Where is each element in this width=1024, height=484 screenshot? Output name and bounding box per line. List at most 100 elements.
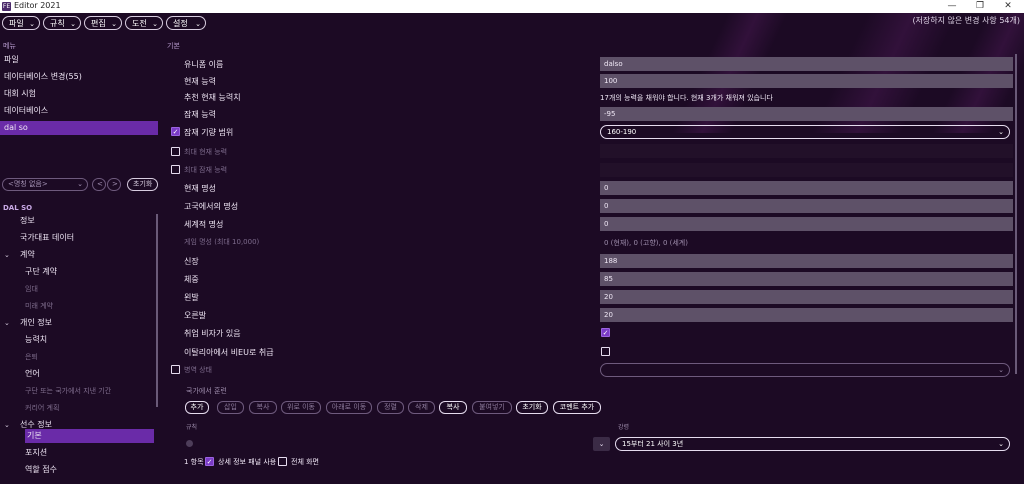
nav-scrollbar[interactable] (156, 214, 158, 407)
nav-position[interactable]: 포지션 (25, 446, 47, 460)
potential-input[interactable]: -95 (600, 107, 1013, 121)
left-foot-input[interactable]: 20 (600, 290, 1013, 304)
menu-edit[interactable]: 편집 ⌄ (84, 16, 122, 30)
nav-info[interactable]: 정보 (20, 214, 35, 228)
fullscreen-checkbox[interactable] (278, 457, 287, 466)
filter-select[interactable]: <명칭 없음> ⌄ (2, 178, 88, 191)
period-select[interactable]: 15부터 21 사이 3년 ⌄ (615, 437, 1010, 451)
add-button[interactable]: 추가 (185, 401, 209, 414)
current-ability-input[interactable]: 100 (600, 74, 1013, 88)
delete-button[interactable]: 삭제 (408, 401, 435, 414)
reset-list-button[interactable]: 초기화 (516, 401, 548, 414)
chevron-down-icon: ⌄ (111, 20, 117, 28)
rule-label: 규칙 (186, 424, 198, 431)
label-left-foot: 왼발 (184, 293, 199, 302)
recommended-ca-text: 17개의 능력을 채워야 합니다. 현재 3개가 채워져 있습니다 (600, 94, 773, 102)
max-current-checkbox[interactable] (171, 147, 180, 156)
work-permit-checkbox[interactable]: ✓ (601, 328, 610, 337)
section-title: 기본 (167, 42, 180, 50)
label-recommended-ca: 추천 현재 능력치 (184, 93, 241, 102)
max-potential-input[interactable] (600, 163, 1013, 177)
menu-item-player[interactable]: dal so (0, 121, 158, 135)
nav-nation-period[interactable]: 구단 또는 국가에서 지낸 기간 (25, 384, 111, 398)
chevron-down-icon: ⌄ (152, 20, 158, 28)
nav-language[interactable]: 언어 (25, 367, 40, 381)
nav-contract[interactable]: ⌄ 계약 (4, 248, 35, 262)
close-button[interactable]: ✕ (994, 0, 1022, 13)
menu-header: 메뉴 (3, 42, 16, 50)
menu-item-file[interactable]: 파일 (0, 53, 158, 67)
uniform-name-input[interactable]: dalso (600, 57, 1013, 71)
menu-bar: 파일 ⌄ 규칙 ⌄ 편집 ⌄ 도전 ⌄ 설정 ⌄ (0, 13, 1024, 34)
copy-button[interactable]: 복사 (439, 401, 467, 414)
move-down-button[interactable]: 아래로 이동 (326, 401, 372, 414)
radio-icon[interactable] (186, 440, 193, 447)
label-game-rep: 게임 명성 (최대 10,000) (184, 238, 260, 246)
chevron-down-icon: ⌄ (4, 251, 10, 259)
home-rep-input[interactable]: 0 (600, 199, 1013, 213)
chevron-down-icon: ⌄ (998, 366, 1004, 374)
nav-career-plan[interactable]: 커리어 계획 (25, 401, 59, 415)
chevron-down-icon: ⌄ (598, 440, 605, 448)
menu-challenge[interactable]: 도전 ⌄ (125, 16, 163, 30)
window-title: Editor 2021 (14, 1, 61, 10)
menu-rules[interactable]: 규칙 ⌄ (43, 16, 81, 30)
label-work-permit: 취업 비자가 있음 (184, 329, 241, 338)
label-uniform-name: 유니폼 이름 (184, 60, 224, 69)
menu-item-database[interactable]: 데이터베이스 (0, 104, 158, 118)
nav-future-contract[interactable]: 미래 계약 (25, 299, 53, 313)
weight-input[interactable]: 85 (600, 272, 1013, 286)
max-current-input[interactable] (600, 144, 1013, 158)
nav-loan[interactable]: 임대 (25, 282, 38, 296)
restore-button[interactable]: ❐ (966, 0, 994, 13)
unsaved-changes-label: (저장하지 않은 변경 사항 54개) (912, 16, 1020, 25)
nav-basic[interactable]: 기본 (25, 429, 154, 443)
move-up-button[interactable]: 위로 이동 (281, 401, 321, 414)
menu-file[interactable]: 파일 ⌄ (2, 16, 40, 30)
potential-range-select[interactable]: 160-190 ⌄ (600, 125, 1010, 139)
chevron-down-icon: ⌄ (29, 20, 35, 28)
filter-prev-button[interactable]: < (92, 178, 106, 191)
copy-row-button[interactable]: 복사 (249, 401, 277, 414)
label-home-rep: 고국에서의 명성 (184, 202, 239, 211)
nav-club-contract[interactable]: 구단 계약 (25, 265, 57, 279)
max-potential-checkbox[interactable] (171, 165, 180, 174)
title-bar: FE Editor 2021 — ❐ ✕ (0, 0, 1024, 13)
fullscreen-label: 전체 화면 (291, 458, 319, 466)
filter-bar: <명칭 없음> ⌄ < > 초기화 (0, 178, 160, 192)
nav-national-data[interactable]: 국가대표 데이터 (20, 231, 74, 245)
menu-item-db-changes[interactable]: 데이터베이스 변경(55) (0, 70, 158, 84)
military-checkbox[interactable] (171, 365, 180, 374)
expand-button[interactable]: ⌄ (593, 437, 610, 451)
label-weight: 체중 (184, 275, 199, 284)
nav-retire[interactable]: 은퇴 (25, 350, 38, 364)
add-comment-button[interactable]: 코멘트 추가 (553, 401, 601, 414)
insert-button[interactable]: 삽입 (217, 401, 244, 414)
menu-settings[interactable]: 설정 ⌄ (166, 16, 206, 30)
nav-personal-info[interactable]: ⌄ 개인 정보 (4, 316, 52, 330)
potential-range-checkbox[interactable]: ✓ (171, 127, 180, 136)
sort-button[interactable]: 정렬 (377, 401, 404, 414)
nav-ability[interactable]: 능력치 (25, 333, 47, 347)
label-world-rep: 세계적 명성 (184, 220, 224, 229)
military-select[interactable]: ⌄ (600, 363, 1010, 377)
label-military: 병역 상태 (184, 366, 212, 374)
nav-role-score[interactable]: 역할 점수 (25, 463, 57, 477)
right-foot-input[interactable]: 20 (600, 308, 1013, 322)
label-eu-italy: 이탈리아에서 비EU로 취급 (184, 348, 274, 357)
eu-italy-checkbox[interactable] (601, 347, 610, 356)
menu-item-competition-test[interactable]: 대회 시험 (0, 87, 158, 101)
label-potential-range: 잠재 기량 범위 (184, 128, 234, 137)
height-input[interactable]: 188 (600, 254, 1013, 268)
left-panel: 메뉴 파일 데이터베이스 변경(55) 대회 시험 데이터베이스 dal so … (0, 36, 160, 484)
item-count: 1 항목 (184, 458, 204, 466)
minimize-button[interactable]: — (938, 0, 966, 13)
right-scrollbar[interactable] (1015, 54, 1017, 374)
reset-button[interactable]: 초기화 (127, 178, 158, 191)
detail-panel-checkbox[interactable]: ✓ (205, 457, 214, 466)
world-rep-input[interactable]: 0 (600, 217, 1013, 231)
current-rep-input[interactable]: 0 (600, 181, 1013, 195)
paste-button[interactable]: 붙여넣기 (472, 401, 512, 414)
filter-next-button[interactable]: > (107, 178, 121, 191)
chevron-down-icon: ⌄ (77, 180, 83, 188)
